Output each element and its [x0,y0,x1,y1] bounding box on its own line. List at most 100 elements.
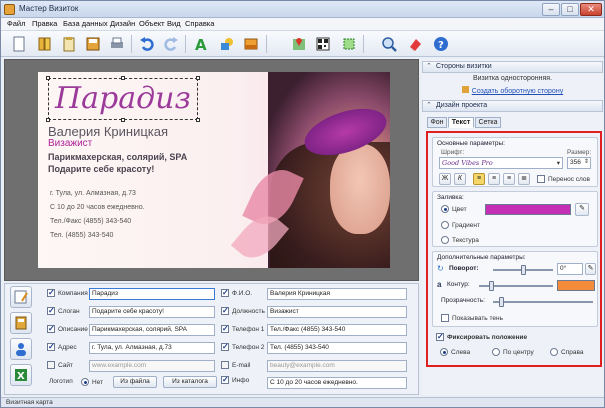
card-description-text[interactable]: Парикмахерская, солярий, SPA [48,152,187,162]
open-icon[interactable] [35,34,55,54]
save-icon[interactable] [83,34,103,54]
company-input[interactable]: Парадиз [89,288,215,300]
excel-import-icon[interactable]: X [10,364,32,386]
company-checkbox[interactable]: Компания [47,288,88,297]
qr-code-icon[interactable] [313,34,333,54]
description-checkbox[interactable]: Описание [47,324,88,333]
fill-color-swatch[interactable] [485,204,571,215]
menu-design[interactable]: Дизайн [110,19,135,28]
new-icon[interactable] [9,34,29,54]
fix-position-checkbox[interactable]: Фиксировать положение [436,332,527,341]
tab-background[interactable]: Фон [427,117,447,128]
outline-color-swatch[interactable] [557,280,595,291]
post-input[interactable]: Визажист [267,306,407,318]
card-hours-text[interactable]: С 10 до 20 часов ежедневно. [50,204,145,211]
phone1-checkbox[interactable]: Телефон 1 [221,324,264,333]
design-section-header[interactable]: ⌃ Дизайн проекта [422,100,603,112]
card-phone1-text[interactable]: Тел./Факс (4855) 343-540 [50,218,131,225]
bold-button[interactable]: Ж [439,173,451,185]
print-icon[interactable] [107,34,127,54]
selection-handle[interactable] [46,76,50,80]
shapes-icon[interactable] [217,34,237,54]
address-book-icon[interactable] [10,312,32,334]
clear-icon[interactable] [405,34,425,54]
menu-view[interactable]: Вид [167,19,181,28]
align-center-button[interactable]: ≡ [488,173,500,185]
align-center-radio[interactable]: По центру [492,348,534,356]
description-input[interactable]: Парикмахерская, солярий, SPA [89,324,215,336]
align-justify-button[interactable]: ≣ [518,173,530,185]
menu-object[interactable]: Объект [139,19,165,28]
slogan-input[interactable]: Подарите себе красоту! [89,306,215,318]
maximize-button[interactable]: □ [561,3,579,16]
align-right-button[interactable]: ≡ [503,173,515,185]
size-spinner[interactable]: 356 ⇕ [567,157,591,169]
zoom-icon[interactable] [379,34,399,54]
word-wrap-checkbox[interactable]: Перенос слов [537,175,590,183]
card-phone2-text[interactable]: Тел. (4855) 343-540 [50,232,113,239]
selection-handle[interactable] [121,76,125,80]
slogan-checkbox[interactable]: Слоган [47,306,80,315]
post-checkbox[interactable]: Должность [221,306,265,315]
italic-button[interactable]: К [454,173,466,185]
font-select[interactable]: Good Vibes Pro ▾ [439,157,563,169]
address-input[interactable]: г. Тула, ул. Алмазная, д.73 [89,342,215,354]
menu-help[interactable]: Справка [185,19,214,28]
opacity-slider[interactable] [493,301,593,303]
logo-from-file-button[interactable]: Из файла [113,376,157,388]
site-input[interactable]: www.example.com [89,360,215,372]
show-shadow-checkbox[interactable]: Показывать тень [441,314,503,322]
logo-from-catalog-button[interactable]: Из каталога [163,376,217,388]
phone2-checkbox[interactable]: Телефон 2 [221,342,264,351]
site-checkbox[interactable]: Сайт [47,361,73,369]
contacts-icon[interactable] [10,338,32,360]
info-input[interactable]: С 10 до 20 часов ежедневно. [267,377,407,389]
tab-text[interactable]: Текст [448,117,474,128]
address-checkbox[interactable]: Адрес [47,342,77,351]
card-title-text[interactable]: Парадиз [48,78,198,120]
crop-icon[interactable] [339,34,359,54]
align-right-radio[interactable]: Справа [550,348,583,356]
text-icon[interactable]: A [191,34,211,54]
fill-gradient-radio[interactable]: Градиент [441,221,480,229]
opacity-slider-thumb[interactable] [499,297,504,307]
help-icon[interactable]: ? [431,34,451,54]
rotate-slider-thumb[interactable] [521,265,526,275]
menu-database[interactable]: База данных [63,19,108,28]
card-slogan-text[interactable]: Подарите себе красоту! [48,164,154,174]
card-position-text[interactable]: Визажист [48,138,92,149]
fio-input[interactable]: Валерия Криницкая [267,288,407,300]
close-button[interactable]: ✕ [580,3,602,16]
card-address-text[interactable]: г. Тула, ул. Алмазная, д.73 [50,190,136,197]
design-canvas[interactable]: Парадиз Валерия Криницкая Визажист Парик… [4,59,419,281]
logo-none-radio[interactable]: Нет [81,378,103,386]
phone2-input[interactable]: Тел. (4855) 343-540 [267,342,407,354]
template-icon[interactable] [59,34,79,54]
minimize-button[interactable]: – [542,3,560,16]
eyedropper-icon[interactable]: ✎ [575,203,589,216]
selection-handle[interactable] [196,118,200,122]
card-name-text[interactable]: Валерия Криницкая [48,124,168,139]
phone1-input[interactable]: Тел./Факс (4855) 343-540 [267,324,407,336]
email-checkbox[interactable]: E-mail [221,361,250,369]
image-icon[interactable] [241,34,261,54]
email-input[interactable]: beauty@example.com [267,360,407,372]
selection-handle[interactable] [121,118,125,122]
redo-icon[interactable] [161,34,181,54]
align-left-radio[interactable]: Слева [440,348,470,356]
align-left-button[interactable]: ≡ [473,173,485,185]
fio-checkbox[interactable]: Ф.И.О. [221,288,252,297]
menu-file[interactable]: Файл [7,19,25,28]
rotate-reset-icon[interactable]: ✎ [585,263,596,275]
create-back-side-link[interactable]: Создать оборотную сторону [422,86,603,95]
business-card[interactable]: Парадиз Валерия Криницкая Визажист Парик… [38,72,390,268]
rotate-input[interactable]: 0° [557,263,583,275]
outline-slider-thumb[interactable] [489,281,494,291]
fill-texture-radio[interactable]: Текстура [441,236,479,244]
edit-fields-icon[interactable] [10,286,32,308]
tab-grid[interactable]: Сетка [475,117,501,128]
menu-edit[interactable]: Правка [32,19,57,28]
selection-handle[interactable] [196,76,200,80]
info-checkbox[interactable]: Инфо [221,375,249,384]
sides-section-header[interactable]: ⌃ Стороны визитки [422,61,603,73]
